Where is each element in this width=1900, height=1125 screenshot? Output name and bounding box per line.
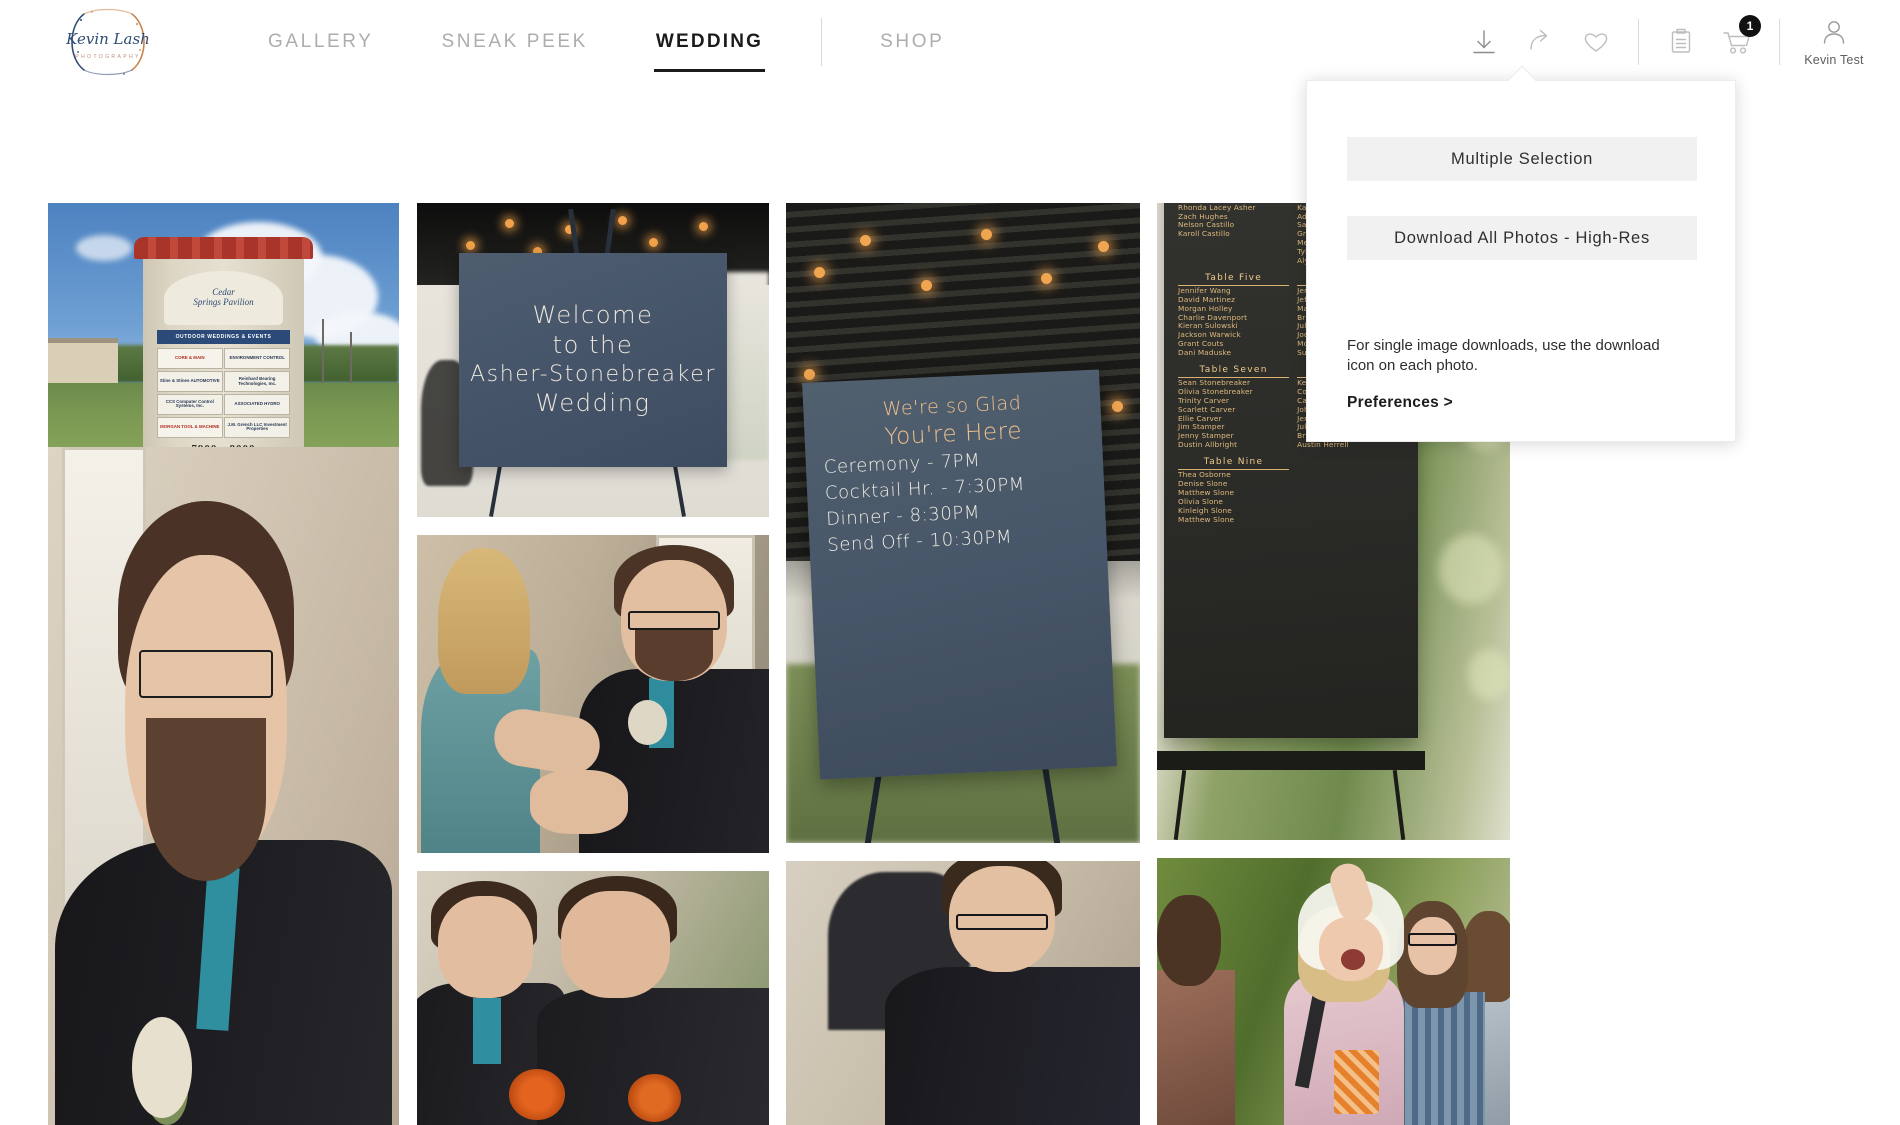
actions-divider-2 [1779, 19, 1780, 65]
tenant-tile: Stine & Stines AUTOMOTIVE [156, 370, 223, 393]
tenant-tile: MORGAN TOOL & MACHINE [156, 416, 223, 439]
cart-count-badge: 1 [1739, 15, 1761, 37]
nav-item-shop[interactable]: SHOP [880, 0, 944, 84]
nav-item-gallery[interactable]: GALLERY [268, 0, 374, 84]
table-title: Table Seven [1178, 365, 1290, 378]
nav-divider [821, 18, 823, 66]
site-header: Kevin Lash PHOTOGRAPHY GALLERY SNEAK PEE… [0, 0, 1900, 84]
tenant-tile: ASSOCIATED HYDRO [224, 393, 291, 416]
gallery-page: Kevin Lash PHOTOGRAPHY GALLERY SNEAK PEE… [0, 0, 1900, 1125]
download-icon[interactable] [1456, 0, 1512, 84]
preferences-link[interactable]: Preferences > [1347, 394, 1453, 412]
tenant-tile: CCS Computer Control Systems, Inc. [156, 393, 223, 416]
venue-sign-banner: OUTDOOR WEDDINGS & EVENTS [156, 330, 291, 344]
heart-icon[interactable] [1568, 0, 1624, 84]
venue-sign-name-line1: Cedar [212, 287, 235, 298]
user-avatar-icon [1820, 18, 1848, 51]
seating-table-group: Table Five Jennifer Wang David Martinez … [1178, 268, 1290, 358]
tenant-tile: J.M. Grench LLC Investment Properties [224, 416, 291, 439]
download-all-photos-button[interactable]: Download All Photos - High-Res [1347, 216, 1697, 260]
tenant-tile: ENVIRONMENT CONTROL [224, 347, 291, 370]
seating-table-group: Table Seven Sean Stonebreaker Olivia Sto… [1178, 360, 1290, 450]
main-navigation: GALLERY SNEAK PEEK WEDDING SHOP [268, 0, 1012, 84]
tenant-tile: CORE & MAIN [156, 347, 223, 370]
gallery-photo-groom-portrait[interactable] [48, 447, 399, 1125]
gallery-photo-welcome-sign[interactable]: Welcome to the Asher-Stonebreaker Weddin… [417, 203, 769, 517]
gallery-photo-guests-cheering[interactable] [1157, 858, 1510, 1125]
dropdown-arrow [1508, 65, 1536, 81]
gallery-photo-two-groomsmen[interactable] [417, 871, 769, 1125]
venue-sign-name-line2: Springs Pavilion [193, 297, 254, 308]
download-note-text: For single image downloads, use the down… [1347, 337, 1660, 375]
welcome-sign-line1: Welcome [532, 301, 654, 330]
seating-table-group: Table Nine Thea Osborne Denise Slone Mat… [1178, 452, 1290, 524]
table-names: Sean Stonebreaker Olivia Stonebreaker Tr… [1178, 377, 1253, 450]
table-names: Jennifer Wang David Martinez Morgan Holl… [1178, 285, 1248, 358]
nav-item-wedding[interactable]: WEDDING [653, 0, 766, 84]
user-account-button[interactable]: Kevin Test [1794, 0, 1874, 84]
welcome-sign-line4: Wedding [535, 388, 651, 417]
table-title: Table Five [1178, 273, 1290, 286]
venue-sign-tenant-list: CORE & MAIN ENVIRONMENT CONTROL Stine & … [156, 347, 291, 439]
clipboard-icon[interactable] [1653, 0, 1709, 84]
tenant-tile: Reinhard Bearing Technologies, Inc. [224, 370, 291, 393]
table-names: Thea Osborne Denise Slone Matthew Slone … [1178, 470, 1235, 524]
seating-table-group: Table Three Matthew Hughes Rhonda Lacey … [1178, 203, 1289, 266]
site-logo[interactable]: Kevin Lash PHOTOGRAPHY [62, 6, 154, 78]
multiple-selection-button[interactable]: Multiple Selection [1347, 137, 1697, 181]
user-name-label: Kevin Test [1804, 52, 1864, 67]
nav-item-sneak-peek[interactable]: SNEAK PEEK [442, 0, 588, 84]
actions-divider-1 [1638, 19, 1639, 65]
gallery-photo-guest-profile[interactable] [786, 861, 1140, 1125]
gallery-photo-boutonniere-pin[interactable] [417, 535, 769, 853]
table-title: Table Nine [1178, 457, 1290, 471]
svg-text:PHOTOGRAPHY: PHOTOGRAPHY [75, 54, 141, 60]
table-names: Matthew Hughes Rhonda Lacey Asher Zach H… [1178, 203, 1256, 239]
gallery-photo-timeline-sign[interactable]: We're so Glad You're Here Ceremony - 7PM… [786, 203, 1140, 843]
welcome-sign-line3: Asher-Stonebreaker [470, 362, 716, 388]
download-dropdown-panel: Multiple Selection Download All Photos -… [1306, 80, 1736, 442]
cart-icon[interactable]: 1 [1709, 0, 1765, 84]
svg-text:Kevin Lash: Kevin Lash [65, 30, 150, 48]
welcome-sign-line2: to the [552, 331, 634, 360]
